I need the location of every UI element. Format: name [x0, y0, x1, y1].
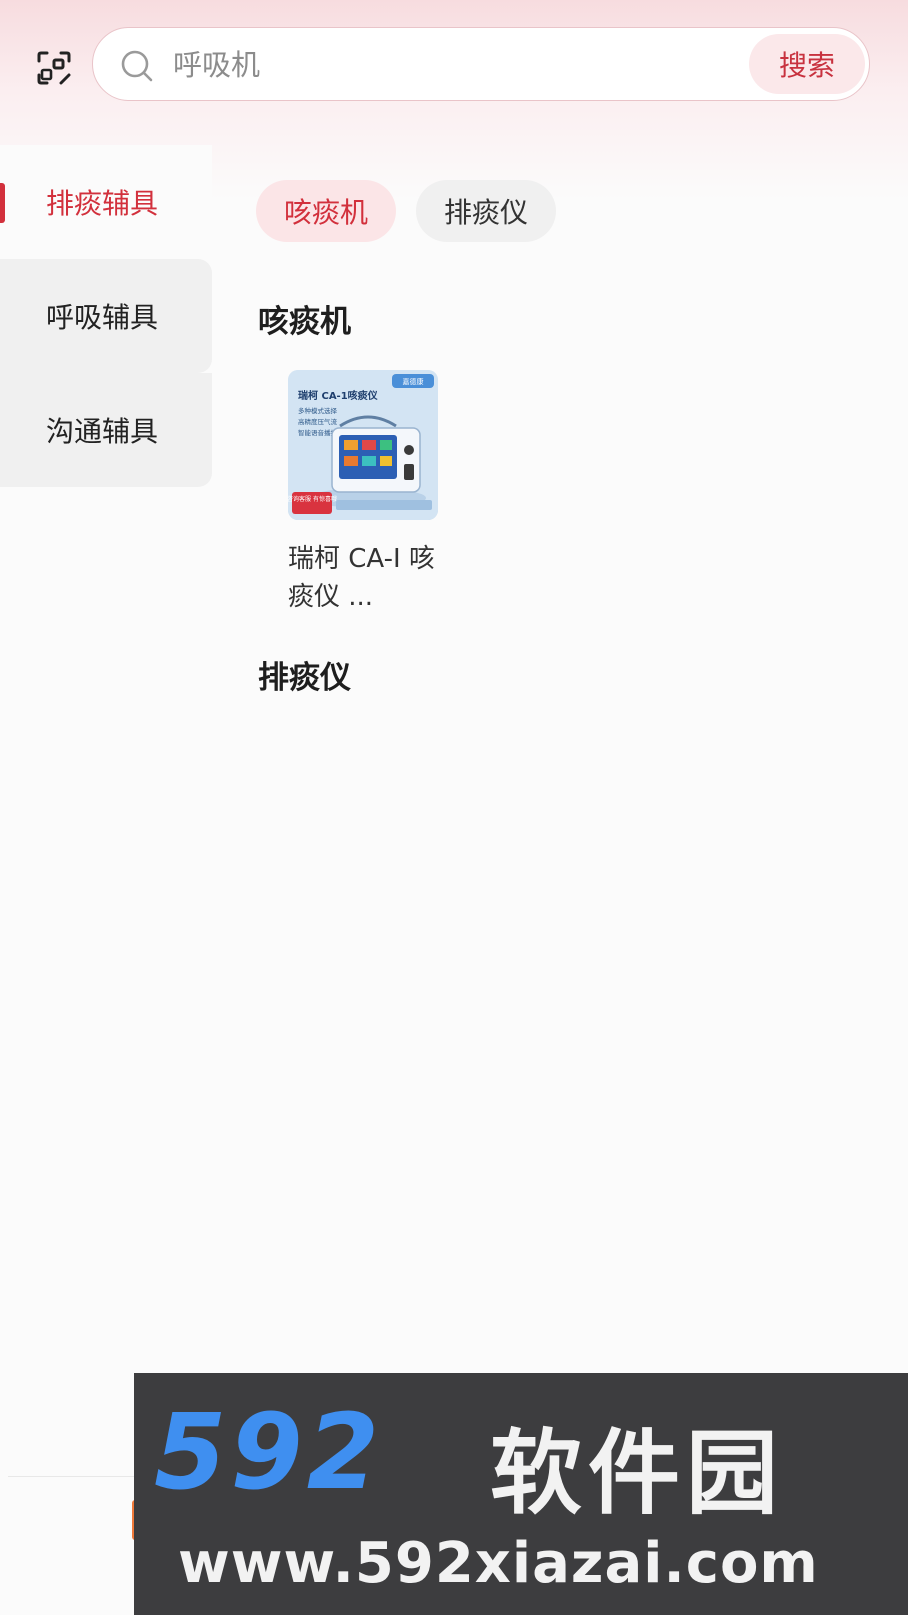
watermark-site-name: 软件园	[490, 1420, 785, 1527]
chip-cough-machine[interactable]: 咳痰机	[256, 180, 397, 242]
search-box: 搜索	[92, 27, 870, 101]
sidebar-item-label: 沟通辅具	[46, 415, 159, 448]
sidebar-item-label: 排痰辅具	[46, 187, 159, 220]
section-title-sputum-device: 排痰仪	[258, 660, 351, 696]
chip-label: 咳痰机	[284, 196, 369, 229]
product-name: 瑞柯 CA-I 咳痰仪 ...	[288, 544, 435, 612]
thumb-line: 高精度压气流	[298, 417, 338, 426]
search-icon	[121, 50, 153, 82]
thumb-title: 瑞柯 CA-1咳痰仪	[298, 389, 379, 402]
subcategory-chips: 咳痰机 排痰仪	[256, 180, 557, 242]
section-title-cough-machine: 咳痰机	[258, 304, 351, 340]
watermark-logo: 592	[154, 1391, 384, 1513]
category-sidebar: 排痰辅具 呼吸辅具 沟通辅具	[0, 145, 212, 487]
sidebar-item-breathing-aids[interactable]: 呼吸辅具	[0, 259, 212, 373]
sidebar-item-label: 呼吸辅具	[46, 301, 159, 334]
category-page: 搜索 排痰辅具 呼吸辅具 沟通辅具 咳痰机 排痰仪 咳痰机 嘉德康 瑞柯 CA-…	[0, 0, 908, 1615]
thumb-corner-label: 嘉德康	[403, 377, 424, 386]
thumb-line: 多种模式选择	[298, 406, 338, 415]
thumb-badge: 咨询客服 有惊喜哦	[288, 495, 337, 503]
sidebar-item-sputum-aids[interactable]: 排痰辅具	[0, 145, 212, 259]
chip-sputum-device[interactable]: 排痰仪	[416, 180, 557, 242]
product-card[interactable]: 嘉德康 瑞柯 CA-1咳痰仪 多种模式选择 高精度压气流 智能语音播报 咨询客服…	[288, 370, 444, 616]
product-thumbnail: 嘉德康 瑞柯 CA-1咳痰仪 多种模式选择 高精度压气流 智能语音播报 咨询客服…	[288, 370, 438, 520]
scan-button[interactable]	[34, 48, 74, 88]
sidebar-item-communication-aids[interactable]: 沟通辅具	[0, 373, 212, 487]
scan-icon	[37, 51, 71, 85]
watermark-url: www.592xiazai.com	[178, 1531, 819, 1596]
search-button[interactable]: 搜索	[749, 34, 865, 94]
chip-label: 排痰仪	[444, 196, 529, 229]
watermark-banner: 592 软件园 www.592xiazai.com	[134, 1373, 908, 1615]
header: 搜索	[0, 18, 908, 110]
search-input[interactable]	[173, 38, 733, 92]
